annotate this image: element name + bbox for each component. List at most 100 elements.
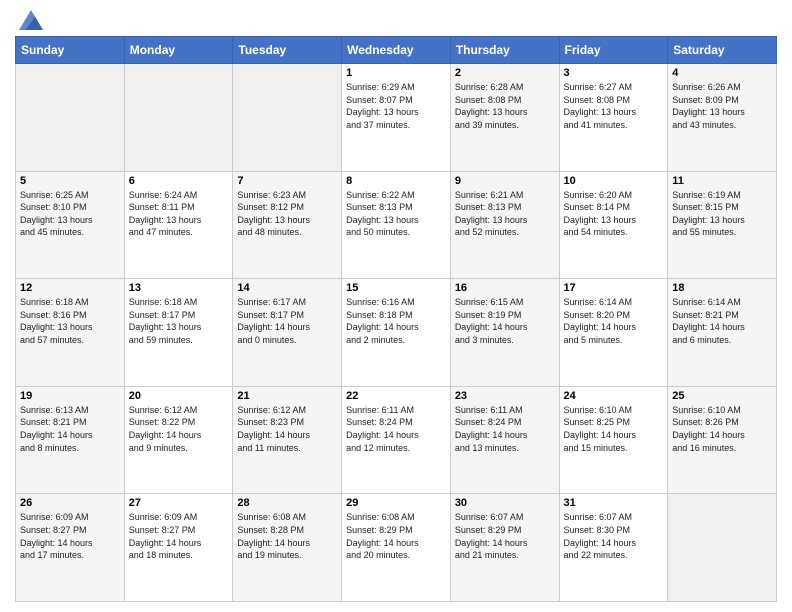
- day-number: 19: [20, 390, 120, 402]
- day-number: 7: [237, 175, 337, 187]
- calendar-table: SundayMondayTuesdayWednesdayThursdayFrid…: [15, 36, 777, 602]
- day-info: Sunrise: 6:23 AM Sunset: 8:12 PM Dayligh…: [237, 189, 337, 239]
- calendar-cell: [16, 64, 125, 172]
- day-info: Sunrise: 6:13 AM Sunset: 8:21 PM Dayligh…: [20, 404, 120, 454]
- day-info: Sunrise: 6:17 AM Sunset: 8:17 PM Dayligh…: [237, 296, 337, 346]
- day-info: Sunrise: 6:11 AM Sunset: 8:24 PM Dayligh…: [346, 404, 446, 454]
- day-info: Sunrise: 6:24 AM Sunset: 8:11 PM Dayligh…: [129, 189, 229, 239]
- day-number: 31: [564, 497, 664, 509]
- calendar-cell: 4 Sunrise: 6:26 AM Sunset: 8:09 PM Daylig…: [668, 64, 777, 172]
- calendar-cell: 1Sunrise: 6:29 AM Sunset: 8:07 PM Daylig…: [342, 64, 451, 172]
- column-header-sunday: Sunday: [16, 37, 125, 64]
- day-number: 23: [455, 390, 555, 402]
- calendar-cell: 30 Sunrise: 6:07 AM Sunset: 8:29 PM Dayli…: [450, 494, 559, 602]
- calendar-cell: 15Sunrise: 6:16 AM Sunset: 8:18 PM Dayli…: [342, 279, 451, 387]
- day-number: 3: [564, 67, 664, 79]
- day-number: 5: [20, 175, 120, 187]
- calendar-cell: 7 Sunrise: 6:23 AM Sunset: 8:12 PM Daylig…: [233, 171, 342, 279]
- calendar-week-row: 26Sunrise: 6:09 AM Sunset: 8:27 PM Dayli…: [16, 494, 777, 602]
- day-number: 30: [455, 497, 555, 509]
- page: SundayMondayTuesdayWednesdayThursdayFrid…: [0, 0, 792, 612]
- day-number: 8: [346, 175, 446, 187]
- calendar-cell: [124, 64, 233, 172]
- column-header-thursday: Thursday: [450, 37, 559, 64]
- day-number: 28: [237, 497, 337, 509]
- day-number: 27: [129, 497, 229, 509]
- day-number: 20: [129, 390, 229, 402]
- calendar-week-row: 12 Sunrise: 6:18 AM Sunset: 8:16 PM Dayli…: [16, 279, 777, 387]
- day-number: 24: [564, 390, 664, 402]
- day-info: Sunrise: 6:18 AM Sunset: 8:16 PM Dayligh…: [20, 296, 120, 346]
- day-info: Sunrise: 6:11 AM Sunset: 8:24 PM Dayligh…: [455, 404, 555, 454]
- day-number: 22: [346, 390, 446, 402]
- calendar-cell: 10 Sunrise: 6:20 AM Sunset: 8:14 PM Dayli…: [559, 171, 668, 279]
- day-info: Sunrise: 6:08 AM Sunset: 8:29 PM Dayligh…: [346, 511, 446, 561]
- day-number: 9: [455, 175, 555, 187]
- column-header-monday: Monday: [124, 37, 233, 64]
- day-info: Sunrise: 6:20 AM Sunset: 8:14 PM Dayligh…: [564, 189, 664, 239]
- day-info: Sunrise: 6:14 AM Sunset: 8:20 PM Dayligh…: [564, 296, 664, 346]
- day-info: Sunrise: 6:10 AM Sunset: 8:26 PM Dayligh…: [672, 404, 772, 454]
- calendar-cell: 6 Sunrise: 6:24 AM Sunset: 8:11 PM Daylig…: [124, 171, 233, 279]
- day-info: Sunrise: 6:25 AM Sunset: 8:10 PM Dayligh…: [20, 189, 120, 239]
- calendar-cell: 24Sunrise: 6:10 AM Sunset: 8:25 PM Dayli…: [559, 386, 668, 494]
- calendar-cell: 27Sunrise: 6:09 AM Sunset: 8:27 PM Dayli…: [124, 494, 233, 602]
- day-info: Sunrise: 6:27 AM Sunset: 8:08 PM Dayligh…: [564, 81, 664, 131]
- calendar-cell: 23 Sunrise: 6:11 AM Sunset: 8:24 PM Dayli…: [450, 386, 559, 494]
- calendar-week-row: 19 Sunrise: 6:13 AM Sunset: 8:21 PM Dayli…: [16, 386, 777, 494]
- day-info: Sunrise: 6:15 AM Sunset: 8:19 PM Dayligh…: [455, 296, 555, 346]
- day-info: Sunrise: 6:22 AM Sunset: 8:13 PM Dayligh…: [346, 189, 446, 239]
- column-header-tuesday: Tuesday: [233, 37, 342, 64]
- calendar-cell: 26Sunrise: 6:09 AM Sunset: 8:27 PM Dayli…: [16, 494, 125, 602]
- calendar-week-row: 1Sunrise: 6:29 AM Sunset: 8:07 PM Daylig…: [16, 64, 777, 172]
- calendar-cell: 28Sunrise: 6:08 AM Sunset: 8:28 PM Dayli…: [233, 494, 342, 602]
- calendar-cell: 19 Sunrise: 6:13 AM Sunset: 8:21 PM Dayli…: [16, 386, 125, 494]
- day-info: Sunrise: 6:12 AM Sunset: 8:22 PM Dayligh…: [129, 404, 229, 454]
- day-number: 6: [129, 175, 229, 187]
- day-number: 1: [346, 67, 446, 79]
- header: [15, 10, 777, 30]
- day-number: 2: [455, 67, 555, 79]
- day-info: Sunrise: 6:18 AM Sunset: 8:17 PM Dayligh…: [129, 296, 229, 346]
- day-number: 12: [20, 282, 120, 294]
- day-number: 14: [237, 282, 337, 294]
- logo-icon: [19, 10, 43, 30]
- day-info: Sunrise: 6:12 AM Sunset: 8:23 PM Dayligh…: [237, 404, 337, 454]
- day-info: Sunrise: 6:19 AM Sunset: 8:15 PM Dayligh…: [672, 189, 772, 239]
- day-number: 21: [237, 390, 337, 402]
- calendar-cell: [233, 64, 342, 172]
- day-number: 18: [672, 282, 772, 294]
- calendar-cell: 17Sunrise: 6:14 AM Sunset: 8:20 PM Dayli…: [559, 279, 668, 387]
- day-info: Sunrise: 6:26 AM Sunset: 8:09 PM Dayligh…: [672, 81, 772, 131]
- calendar-cell: 14 Sunrise: 6:17 AM Sunset: 8:17 PM Dayli…: [233, 279, 342, 387]
- calendar-cell: 20 Sunrise: 6:12 AM Sunset: 8:22 PM Dayli…: [124, 386, 233, 494]
- calendar-cell: 21 Sunrise: 6:12 AM Sunset: 8:23 PM Dayli…: [233, 386, 342, 494]
- column-header-friday: Friday: [559, 37, 668, 64]
- calendar-cell: 3 Sunrise: 6:27 AM Sunset: 8:08 PM Daylig…: [559, 64, 668, 172]
- day-number: 13: [129, 282, 229, 294]
- day-number: 10: [564, 175, 664, 187]
- day-number: 29: [346, 497, 446, 509]
- calendar-cell: 25 Sunrise: 6:10 AM Sunset: 8:26 PM Dayli…: [668, 386, 777, 494]
- day-number: 4: [672, 67, 772, 79]
- calendar-cell: 2 Sunrise: 6:28 AM Sunset: 8:08 PM Daylig…: [450, 64, 559, 172]
- calendar-cell: 29 Sunrise: 6:08 AM Sunset: 8:29 PM Dayli…: [342, 494, 451, 602]
- calendar-cell: 5 Sunrise: 6:25 AM Sunset: 8:10 PM Daylig…: [16, 171, 125, 279]
- column-header-saturday: Saturday: [668, 37, 777, 64]
- calendar-cell: 31 Sunrise: 6:07 AM Sunset: 8:30 PM Dayli…: [559, 494, 668, 602]
- calendar-cell: 12 Sunrise: 6:18 AM Sunset: 8:16 PM Dayli…: [16, 279, 125, 387]
- day-info: Sunrise: 6:07 AM Sunset: 8:29 PM Dayligh…: [455, 511, 555, 561]
- calendar-cell: 18Sunrise: 6:14 AM Sunset: 8:21 PM Dayli…: [668, 279, 777, 387]
- day-info: Sunrise: 6:07 AM Sunset: 8:30 PM Dayligh…: [564, 511, 664, 561]
- calendar-cell: 11 Sunrise: 6:19 AM Sunset: 8:15 PM Dayli…: [668, 171, 777, 279]
- day-number: 25: [672, 390, 772, 402]
- logo: [15, 10, 43, 30]
- calendar-cell: 9 Sunrise: 6:21 AM Sunset: 8:13 PM Daylig…: [450, 171, 559, 279]
- calendar-header-row: SundayMondayTuesdayWednesdayThursdayFrid…: [16, 37, 777, 64]
- day-number: 26: [20, 497, 120, 509]
- calendar-cell: 16Sunrise: 6:15 AM Sunset: 8:19 PM Dayli…: [450, 279, 559, 387]
- day-number: 11: [672, 175, 772, 187]
- day-info: Sunrise: 6:21 AM Sunset: 8:13 PM Dayligh…: [455, 189, 555, 239]
- day-info: Sunrise: 6:28 AM Sunset: 8:08 PM Dayligh…: [455, 81, 555, 131]
- day-number: 15: [346, 282, 446, 294]
